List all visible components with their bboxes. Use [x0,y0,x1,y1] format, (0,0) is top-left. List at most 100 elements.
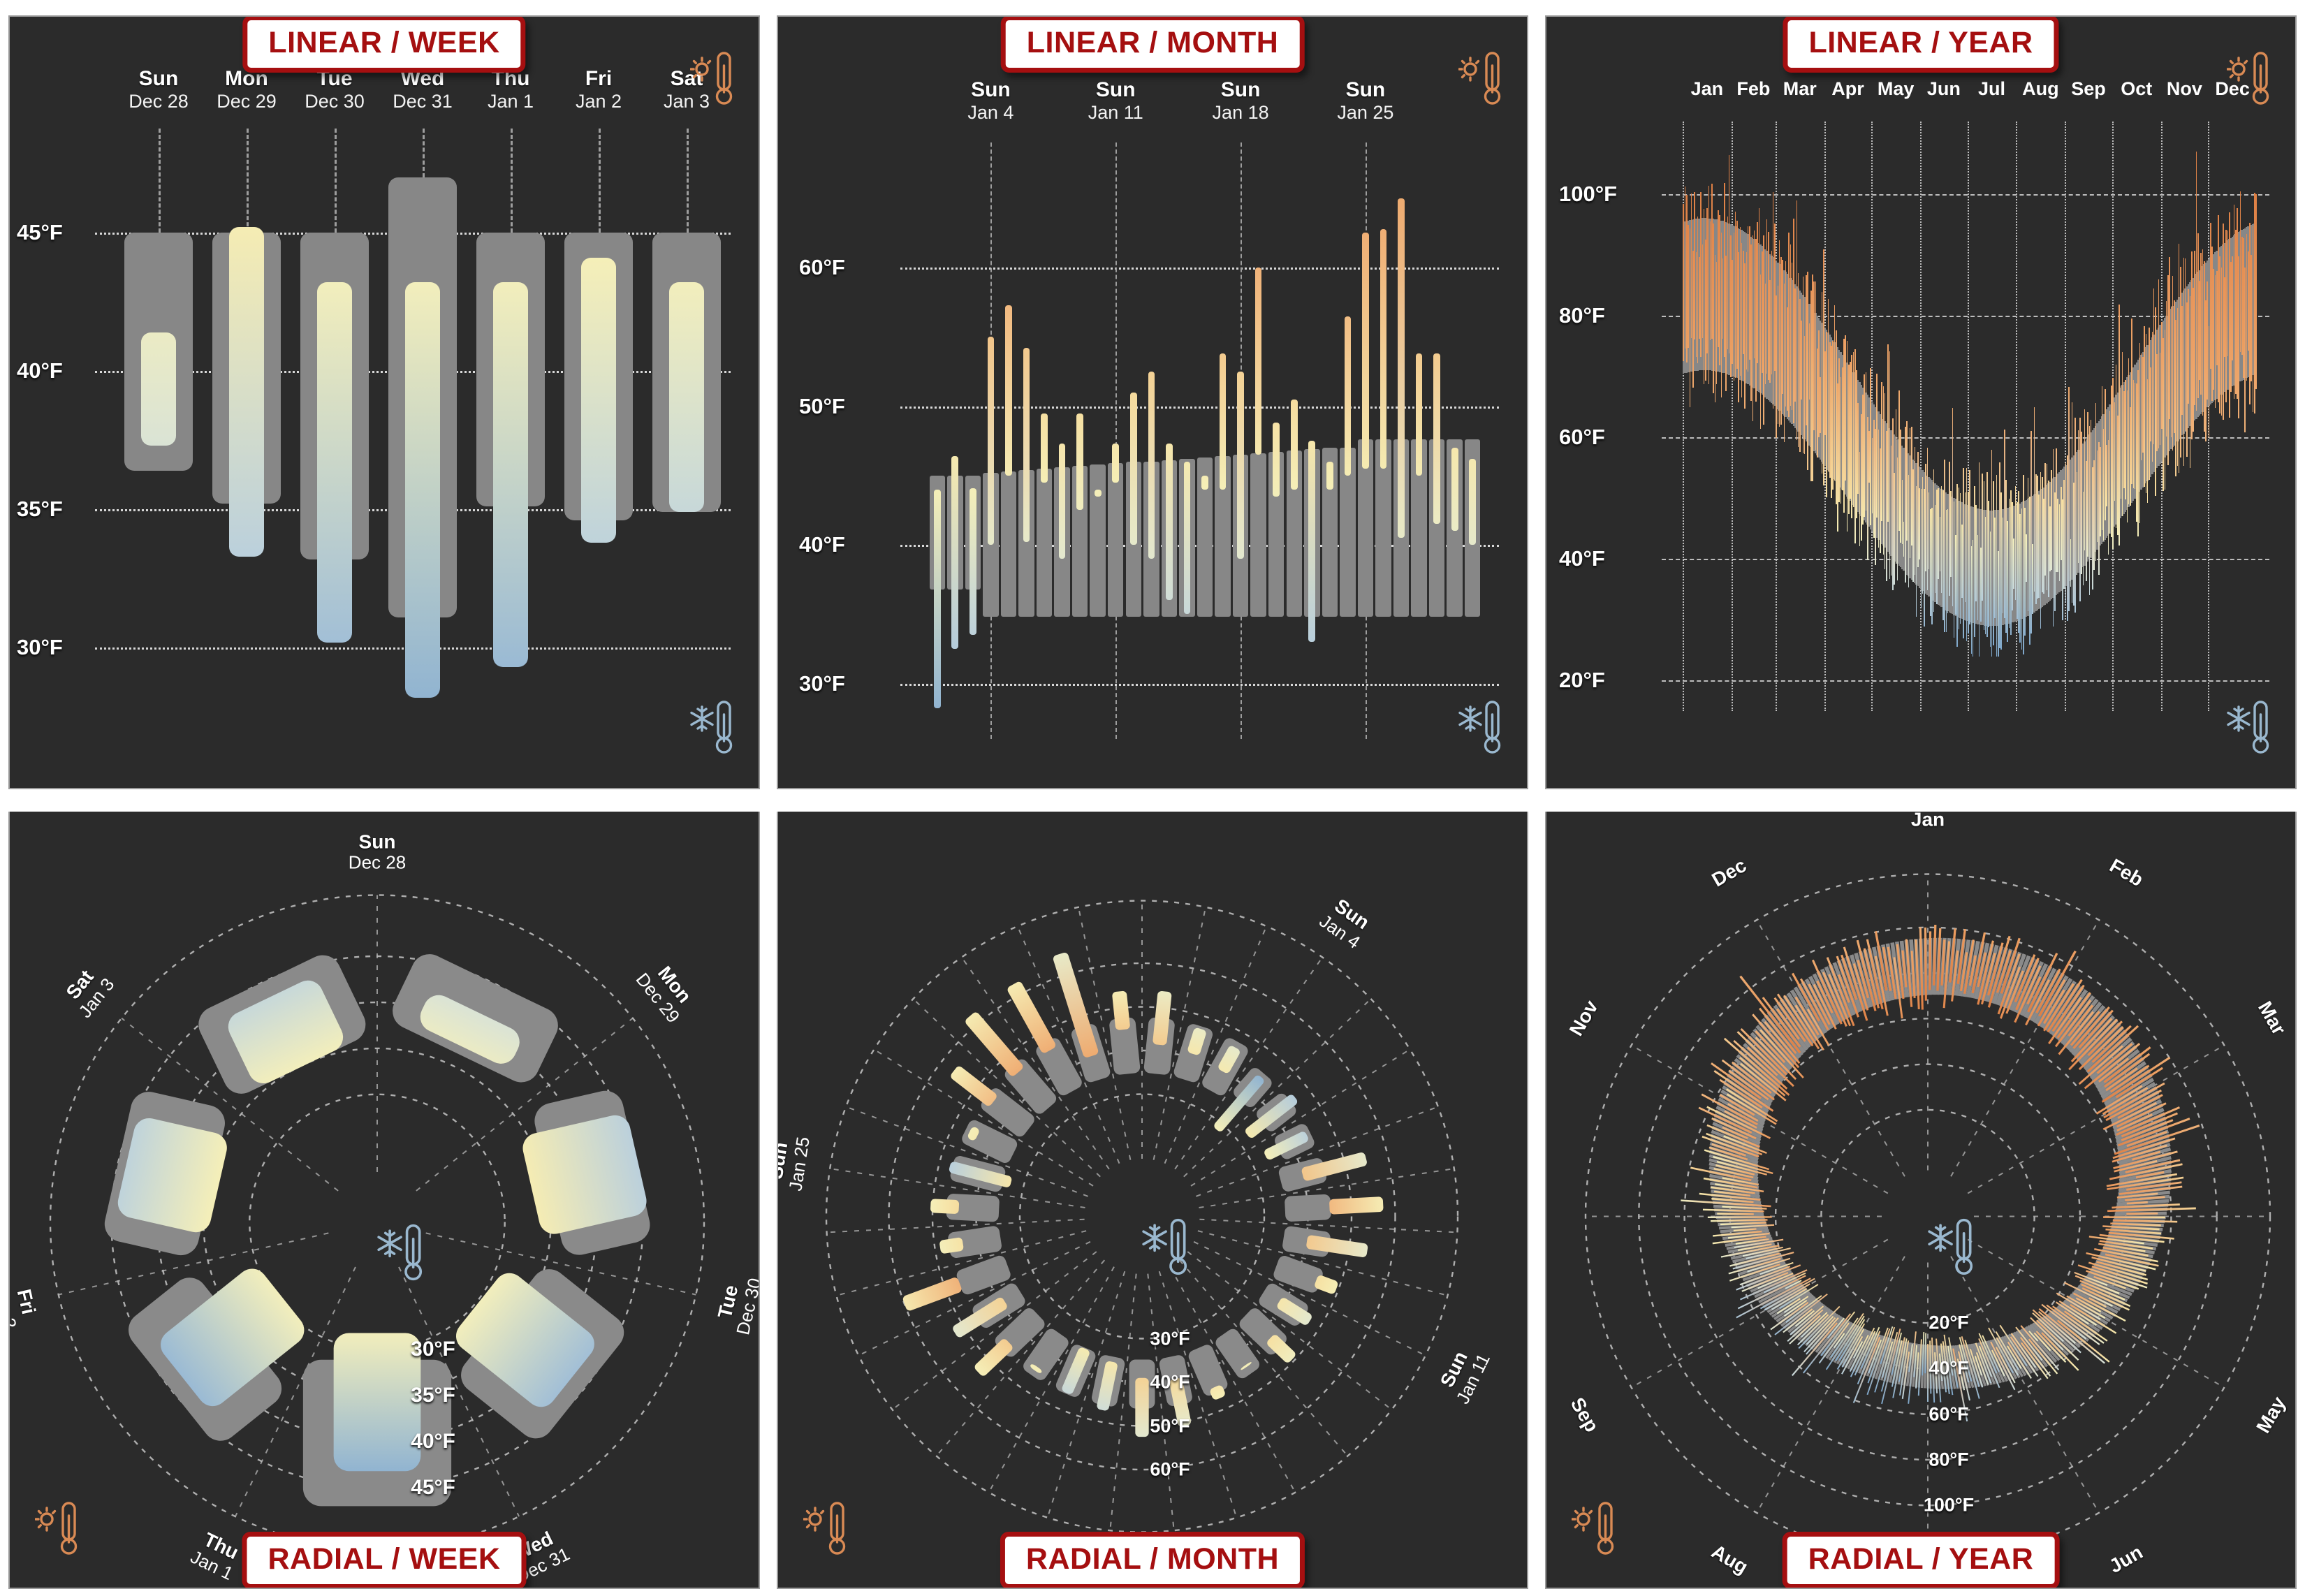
temperature-bar[interactable] [1112,444,1120,483]
temperature-bar[interactable] [404,282,441,698]
temperature-bar[interactable] [1451,448,1458,532]
temperature-bar[interactable] [2255,193,2257,390]
temperature-bar[interactable] [1433,353,1440,525]
panel-radial-year: 20°F40°F60°F80°F100°FJanFebMarAprMayJunJ… [1537,796,2305,1596]
gridline-vertical [511,129,513,233]
panel-linear-month: 60°F 50°F 40°F 30°F Sun Jan 4 Sun Jan 11 Sun Jan … [768,0,1537,796]
temperature-bar[interactable] [1308,441,1316,643]
temperature-bar[interactable] [1005,305,1012,476]
temperature-bar[interactable] [933,489,941,709]
radial-axis-tick: 100°F [1923,1494,1975,1516]
temperature-bar[interactable] [1094,489,1102,497]
x-axis-tick: Mar [1783,78,1817,99]
linear-month-chart[interactable]: 60°F 50°F 40°F 30°F Sun Jan 4 Sun Jan 11 Sun Jan … [778,17,1527,788]
y-axis-tick: 50°F [799,393,845,418]
temperature-bar[interactable] [668,282,705,513]
radial-axis-tick: 60°F [1150,1458,1190,1480]
sun-thermometer-icon [1458,50,1502,110]
temperature-bar[interactable] [1344,316,1352,476]
y-axis-tick: 40°F [17,358,63,383]
radial-axis-tick: 40°F [1929,1357,1969,1379]
x-axis-tick: Sun Jan 18 [1212,78,1269,123]
temperature-bar[interactable] [1023,348,1030,543]
radial-spoke-label: Jan [1910,812,1945,830]
sun-thermometer-icon [1571,1500,1615,1560]
panel-linear-week: 45°F 40°F 35°F 30°F Sun Dec 28 Mon Dec 29 Tue Dec… [0,0,768,796]
temperature-bar[interactable] [1415,353,1423,476]
temperature-bar[interactable] [580,257,617,543]
radial-month-chart[interactable]: 30°F 40°F 50°F 60°F Sun Jan 4 Sun Jan 11 Sun Jan … [778,812,1527,1588]
temperature-bar[interactable] [1254,268,1262,455]
temperature-bar[interactable] [1273,423,1280,497]
temperature-bar[interactable] [140,332,177,446]
x-axis-tick: Fri Jan 2 [575,67,622,112]
gridline-vertical [159,129,161,233]
temperature-bar[interactable] [1058,444,1066,559]
temperature-bar[interactable] [1076,413,1083,511]
radial-axis-tick: 30°F [1150,1328,1190,1349]
gridline-vertical [423,129,425,177]
linear-year-chart[interactable]: 100°F 80°F 60°F 40°F 20°F Jan Feb Mar Apr May Jun J… [1546,17,2295,788]
panel-radial-month: 30°F 40°F 50°F 60°F Sun Jan 4 Sun Jan 11 Sun Jan … [768,796,1537,1596]
temperature-bar[interactable] [1469,459,1477,546]
temperature-bar[interactable] [228,226,265,557]
gridline-vertical [1920,122,1922,711]
temperature-bar[interactable] [316,282,353,643]
x-axis-tick: Jan [1690,78,1724,99]
y-axis-tick: 60°F [1559,425,1605,449]
radial-axis-tick: 45°F [411,1475,455,1499]
temperature-bar[interactable] [951,456,959,649]
temperature-bar[interactable] [969,488,976,636]
normal-range-bar [1000,471,1017,617]
panel-linear-year: 100°F 80°F 60°F 40°F 20°F Jan Feb Mar Apr May Jun J… [1537,0,2305,796]
gridline-vertical [2065,122,2067,711]
temperature-bar[interactable] [1041,413,1048,483]
x-axis-tick: Sun Dec 28 [129,67,189,112]
x-axis-tick: Jul [1978,78,2006,99]
temperature-bar[interactable] [1201,475,1208,490]
radial-axis-tick: 40°F [1150,1371,1190,1393]
x-axis-tick: Feb [1736,78,1771,99]
y-axis-tick: 40°F [799,532,845,557]
temperature-bar[interactable] [1362,233,1369,469]
gridline-vertical [2016,122,2018,711]
panel-grid: 45°F 40°F 35°F 30°F Sun Dec 28 Mon Dec 29 Tue Dec… [0,0,2305,1596]
temperature-bar[interactable] [1219,353,1227,490]
sun-thermometer-icon [2226,50,2270,110]
temperature-bar[interactable] [1398,198,1405,539]
temperature-bar[interactable] [1183,462,1191,615]
temperature-bar[interactable] [987,337,995,546]
x-axis-tick: Oct [2121,78,2153,99]
x-axis-tick: Nov [2166,78,2202,99]
x-axis-tick: Thu Jan 1 [487,67,534,112]
temperature-bar[interactable] [1290,399,1298,490]
sun-thermometer-icon [34,1500,78,1560]
panel-title-radial-month: RADIAL / MONTH [1000,1532,1305,1588]
x-axis-tick: Sun Jan 25 [1337,78,1394,123]
gridline-vertical [687,129,689,233]
panel-title-linear-week: LINEAR / WEEK [242,17,526,73]
temperature-bar[interactable] [1326,462,1333,490]
temperature-bar[interactable] [492,282,529,668]
temperature-bar[interactable] [1380,228,1387,469]
y-axis-tick: 40°F [1559,546,1605,571]
temperature-bar[interactable] [1129,392,1137,546]
linear-week-chart[interactable]: 45°F 40°F 35°F 30°F Sun Dec 28 Mon Dec 29 Tue Dec… [10,17,759,788]
radial-week-chart[interactable]: 30°F 35°F 40°F 45°F Sun Dec 28 Mon Dec 29 Tue Dec… [10,812,759,1588]
radial-axis-tick: 50°F [1150,1415,1190,1436]
radial-axis-tick: 35°F [411,1384,455,1407]
y-axis-tick: 100°F [1559,181,1618,206]
radial-year-chart[interactable]: 20°F40°F60°F80°F100°FJanFebMarAprMayJunJ… [1546,812,2295,1588]
temperature-bar[interactable] [1166,444,1173,601]
panel-title-linear-year: LINEAR / YEAR [1783,17,2059,73]
temperature-bar[interactable] [1237,371,1244,559]
snowflake-thermometer-icon [690,699,733,759]
x-axis-tick: Mon Dec 29 [217,67,277,112]
y-axis-tick: 60°F [799,255,845,280]
temperature-bar[interactable] [1148,371,1155,559]
y-axis-tick: 30°F [799,671,845,696]
x-axis-tick: Sun Jan 4 [967,78,1014,123]
y-axis-tick: 45°F [17,219,63,244]
radial-axis-tick: 80°F [1929,1449,1969,1470]
x-axis-tick: Aug [2022,78,2059,99]
